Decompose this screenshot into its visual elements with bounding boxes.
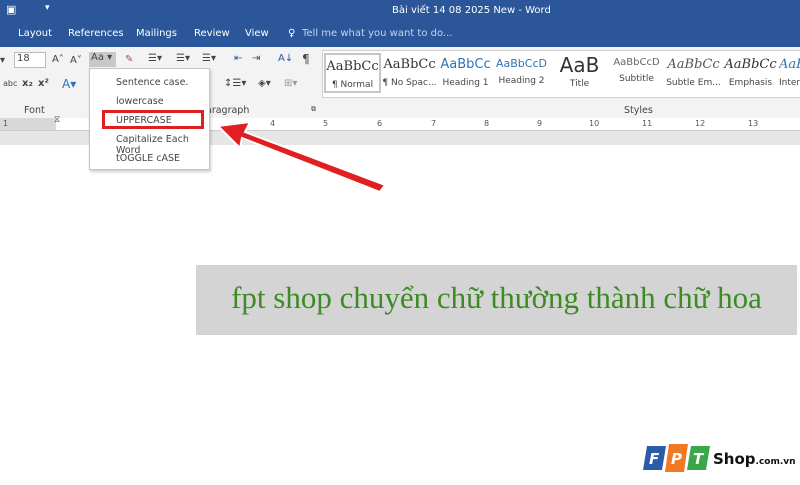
tab-layout[interactable]: Layout (18, 28, 52, 39)
styles-gallery: AaBbCc ¶ Normal AaBbCc ¶ No Spac... AaBbCc… (322, 50, 800, 98)
ruler-label: 1 (3, 119, 9, 128)
style-preview: AaBbCc (440, 57, 491, 72)
bullets-icon[interactable]: ☰▾ (148, 53, 162, 64)
style-name: ¶ No Spac... (382, 78, 437, 88)
style-subtitle[interactable]: AaBbCcD Subtitle (608, 53, 665, 93)
ruler-label: 7 (431, 119, 437, 128)
ribbon-tabs: Layout References Mailings Review View ♀… (0, 22, 800, 47)
font-group-label: Font (24, 105, 45, 116)
menu-item-sentence-case[interactable]: Sentence case. (116, 77, 188, 88)
sort-icon[interactable]: A↓ (278, 53, 293, 64)
clear-formatting-icon[interactable]: ✎ (125, 54, 133, 65)
arrow-annotation (215, 120, 387, 194)
style-name: Inten (779, 78, 800, 88)
app-icon[interactable]: ▣ (6, 3, 16, 16)
decrease-indent-icon[interactable]: ⇤ (234, 53, 242, 64)
ruler-label: 8 (484, 119, 490, 128)
style-preview: AaBbCc (724, 57, 777, 72)
style-preview: AaBb (779, 57, 800, 72)
customize-qat-icon[interactable]: ▾ (45, 3, 50, 13)
shading-icon[interactable]: ◈▾ (258, 78, 271, 89)
superscript-icon[interactable]: x² (38, 78, 49, 89)
title-bar: ▣ ▾ Bài viết 14 08 2025 New - Word (0, 0, 800, 22)
svg-text:F: F (649, 450, 660, 468)
style-preview: AaB (559, 53, 600, 77)
style-subtle-emphasis[interactable]: AaBbCc Subtle Em... (665, 53, 722, 93)
style-preview: AaBbCcD (613, 57, 660, 68)
style-heading-2[interactable]: AaBbCcD Heading 2 (493, 53, 550, 93)
style-preview: AaBbCcD (496, 57, 547, 70)
strikethrough-icon[interactable]: abc (3, 79, 17, 88)
style-title[interactable]: AaB Title (551, 53, 608, 93)
style-no-spacing[interactable]: AaBbCc ¶ No Spac... (381, 53, 438, 93)
tab-references[interactable]: References (68, 28, 124, 39)
text-effects-icon[interactable]: A▾ (62, 77, 76, 91)
shrink-font-icon[interactable]: A˅ (70, 55, 82, 66)
indent-marker-icon[interactable]: ⧖ (54, 115, 60, 125)
change-case-button[interactable]: Aa ▾ (89, 52, 116, 67)
style-intense[interactable]: AaBb Inten (779, 53, 800, 93)
style-preview: AaBbCc (383, 57, 436, 72)
style-name: Title (569, 79, 590, 89)
tab-mailings[interactable]: Mailings (136, 28, 177, 39)
styles-group-label: Styles (624, 105, 653, 116)
document-text[interactable]: fpt shop chuyển chữ thường thành chữ hoa (196, 280, 797, 316)
style-name: Heading 1 (442, 78, 489, 88)
tab-view[interactable]: View (245, 28, 269, 39)
fpt-shop-logo: F P T Shop.com.vn (641, 442, 796, 477)
borders-icon[interactable]: ⊞▾ (284, 78, 297, 89)
menu-item-lowercase[interactable]: lowercase (116, 96, 164, 107)
window-title: Bài viết 14 08 2025 New - Word (392, 5, 551, 16)
change-case-label: Aa (91, 52, 104, 63)
ruler-label: 11 (642, 119, 653, 128)
numbering-icon[interactable]: ☰▾ (176, 53, 190, 64)
style-name: Heading 2 (498, 76, 545, 86)
ruler-label: 10 (589, 119, 600, 128)
grow-font-icon[interactable]: A˄ (52, 54, 64, 65)
style-emphasis[interactable]: AaBbCc Emphasis (722, 53, 779, 93)
tell-me-input[interactable]: Tell me what you want to do... (302, 28, 452, 39)
highlight-box (102, 110, 204, 129)
increase-indent-icon[interactable]: ⇥ (252, 53, 260, 64)
svg-text:P: P (671, 450, 682, 468)
show-formatting-icon[interactable]: ¶ (302, 52, 310, 66)
style-name: Subtle Em... (666, 78, 721, 88)
style-name: ¶ Normal (331, 80, 374, 90)
style-preview: AaBbCc (667, 57, 720, 72)
style-name: Emphasis (728, 78, 773, 88)
selected-text-block[interactable]: fpt shop chuyển chữ thường thành chữ hoa (196, 265, 797, 335)
menu-item-toggle-case[interactable]: tOGGLE cASE (116, 153, 180, 164)
ruler-label: 13 (748, 119, 759, 128)
multilevel-list-icon[interactable]: ☰▾ (202, 53, 216, 64)
style-preview: AaBbCc (326, 59, 379, 74)
subscript-icon[interactable]: x₂ (22, 78, 33, 89)
font-size-select[interactable]: 18 (14, 52, 46, 68)
style-name: Subtitle (619, 74, 654, 84)
lightbulb-icon: ♀ (288, 28, 296, 39)
svg-text:T: T (693, 450, 705, 468)
line-spacing-icon[interactable]: ↕☰▾ (224, 78, 246, 89)
tab-review[interactable]: Review (194, 28, 230, 39)
style-heading-1[interactable]: AaBbCc Heading 1 (437, 53, 494, 93)
ruler-label: 12 (695, 119, 706, 128)
style-normal[interactable]: AaBbCc ¶ Normal (324, 53, 381, 93)
ruler-label: 9 (537, 119, 543, 128)
